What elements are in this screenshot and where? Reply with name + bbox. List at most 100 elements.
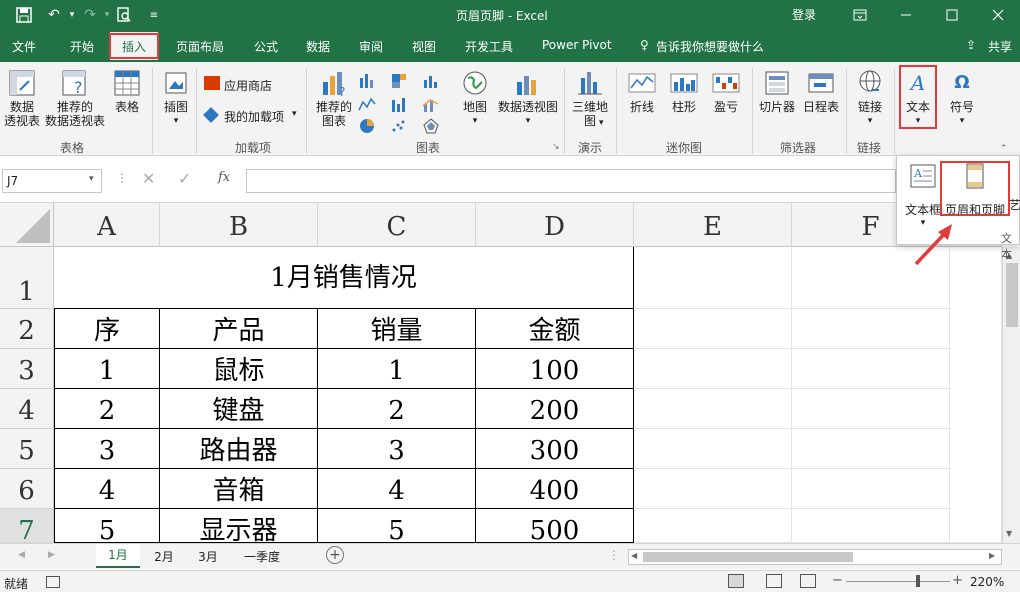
page-layout-view-icon[interactable]: [766, 574, 782, 588]
select-all-button[interactable]: [0, 203, 54, 247]
tab-splitter-icon[interactable]: ⋮: [608, 548, 620, 562]
row-header-3[interactable]: 3: [0, 349, 54, 389]
link-button[interactable]: 链接 ▾: [852, 68, 888, 128]
page-break-view-icon[interactable]: [800, 574, 816, 588]
slicer-button[interactable]: 切片器: [756, 68, 798, 114]
table-cell[interactable]: 2: [318, 389, 476, 429]
waterfall-chart-icon[interactable]: [390, 96, 410, 112]
formula-bar-menu-icon[interactable]: ⋮: [116, 171, 128, 185]
formula-input[interactable]: [246, 169, 896, 193]
header-cell-amount[interactable]: 金额: [476, 309, 634, 349]
collapse-ribbon-icon[interactable]: ⌃: [1000, 144, 1008, 154]
tab-review[interactable]: 审阅: [359, 38, 383, 55]
sparkline-column-button[interactable]: 柱形: [664, 68, 704, 114]
table-cell[interactable]: 键盘: [160, 389, 318, 429]
row-header-6[interactable]: 6: [0, 469, 54, 509]
illustrations-button[interactable]: 插图 ▾: [158, 68, 194, 128]
tab-home[interactable]: 开始: [70, 38, 94, 55]
recommended-charts-button[interactable]: ? 推荐的 图表: [312, 68, 356, 128]
cell-e3[interactable]: [634, 349, 792, 389]
radar-chart-icon[interactable]: [422, 118, 442, 134]
scroll-down-icon[interactable]: ▼: [1006, 529, 1012, 538]
sheet-tab-feb[interactable]: 2月: [146, 548, 182, 565]
3d-map-dropdown-icon[interactable]: ▾: [599, 118, 604, 128]
close-icon[interactable]: [988, 5, 1008, 25]
column-header-b[interactable]: B: [160, 203, 318, 247]
cell-e7[interactable]: [634, 509, 792, 543]
wordart-label[interactable]: 艺: [1009, 196, 1020, 213]
zoom-in-icon[interactable]: +: [952, 573, 963, 588]
customize-toolbar-icon[interactable]: ≡: [144, 5, 164, 25]
table-cell[interactable]: 3: [318, 429, 476, 469]
row-header-7[interactable]: 7: [0, 509, 54, 546]
cell-f3[interactable]: [792, 349, 950, 389]
table-button[interactable]: 表格: [110, 68, 144, 114]
zoom-slider-thumb[interactable]: [916, 575, 920, 587]
cell-e4[interactable]: [634, 389, 792, 429]
cell-e1[interactable]: [634, 247, 792, 309]
scatter-chart-icon[interactable]: [390, 118, 410, 134]
sparkline-line-button[interactable]: 折线: [622, 68, 662, 114]
insert-function-icon[interactable]: fx: [218, 170, 230, 185]
prev-sheet-icon[interactable]: ◀: [18, 550, 25, 560]
horizontal-scrollbar[interactable]: ◀ ▶: [628, 549, 1002, 565]
cancel-formula-icon[interactable]: ✕: [142, 169, 155, 188]
cell-f6[interactable]: [792, 469, 950, 509]
next-sheet-icon[interactable]: ▶: [48, 550, 55, 560]
table-cell[interactable]: 300: [476, 429, 634, 469]
table-cell[interactable]: 显示器: [160, 509, 318, 543]
header-cell-qty[interactable]: 销量: [318, 309, 476, 349]
table-cell[interactable]: 路由器: [160, 429, 318, 469]
column-header-e[interactable]: E: [634, 203, 792, 247]
pie-chart-icon[interactable]: [358, 118, 378, 134]
cell-f7[interactable]: [792, 509, 950, 543]
pivot-chart-button[interactable]: 数据透视图 ▾: [496, 68, 560, 128]
row-header-1[interactable]: 1: [0, 247, 54, 309]
cell-f4[interactable]: [792, 389, 950, 429]
textbox-button[interactable]: A 文本框 ▾: [903, 162, 943, 228]
line-chart-icon[interactable]: [358, 96, 378, 112]
tell-me-icon[interactable]: ♀: [640, 38, 649, 52]
name-box[interactable]: J7 ▾: [2, 169, 102, 193]
table-cell[interactable]: 3: [54, 429, 160, 469]
minimize-icon[interactable]: [896, 5, 916, 25]
table-cell[interactable]: 4: [54, 469, 160, 509]
3d-map-button[interactable]: 三维地 图: [570, 68, 610, 128]
column-header-d[interactable]: D: [476, 203, 634, 247]
cell-e6[interactable]: [634, 469, 792, 509]
sheet-title-cell[interactable]: 1月销售情况: [54, 247, 634, 309]
confirm-formula-icon[interactable]: ✓: [178, 169, 191, 188]
symbol-button[interactable]: Ω 符号 ▾: [944, 68, 980, 128]
my-addins-dropdown-icon[interactable]: ▾: [292, 109, 297, 119]
share-button[interactable]: 共享: [988, 38, 1012, 55]
tab-data[interactable]: 数据: [306, 38, 330, 55]
sheet-tab-jan[interactable]: 1月: [96, 544, 140, 568]
row-header-2[interactable]: 2: [0, 309, 54, 349]
pivot-table-button[interactable]: 数据 透视表: [2, 68, 42, 128]
map-button[interactable]: 地图 ▾: [458, 68, 492, 128]
table-cell[interactable]: 5: [54, 509, 160, 543]
tab-formulas[interactable]: 公式: [254, 38, 278, 55]
scroll-left-icon[interactable]: ◀: [631, 551, 637, 560]
add-sheet-icon[interactable]: +: [326, 546, 344, 564]
tab-developer[interactable]: 开发工具: [465, 38, 513, 55]
cell-g-column[interactable]: [950, 247, 1002, 543]
tell-me-box[interactable]: 告诉我你想要做什么: [656, 38, 764, 55]
header-cell-seq[interactable]: 序: [54, 309, 160, 349]
sheet-tab-q1[interactable]: 一季度: [234, 548, 290, 565]
app-store-button[interactable]: 应用商店: [224, 77, 272, 94]
column-header-a[interactable]: A: [54, 203, 160, 247]
tab-view[interactable]: 视图: [412, 38, 436, 55]
zoom-out-icon[interactable]: −: [832, 573, 843, 588]
save-icon[interactable]: [14, 5, 34, 25]
vertical-scrollbar[interactable]: ▲ ▼: [1002, 247, 1020, 543]
statistic-chart-icon[interactable]: [422, 72, 442, 88]
horizontal-scroll-thumb[interactable]: [643, 552, 853, 562]
maximize-icon[interactable]: [942, 5, 962, 25]
vertical-scroll-thumb[interactable]: [1006, 263, 1018, 327]
tab-power-pivot[interactable]: Power Pivot: [542, 38, 612, 52]
column-header-c[interactable]: C: [318, 203, 476, 247]
cell-f2[interactable]: [792, 309, 950, 349]
table-cell[interactable]: 500: [476, 509, 634, 543]
ribbon-display-options-icon[interactable]: [850, 5, 870, 25]
